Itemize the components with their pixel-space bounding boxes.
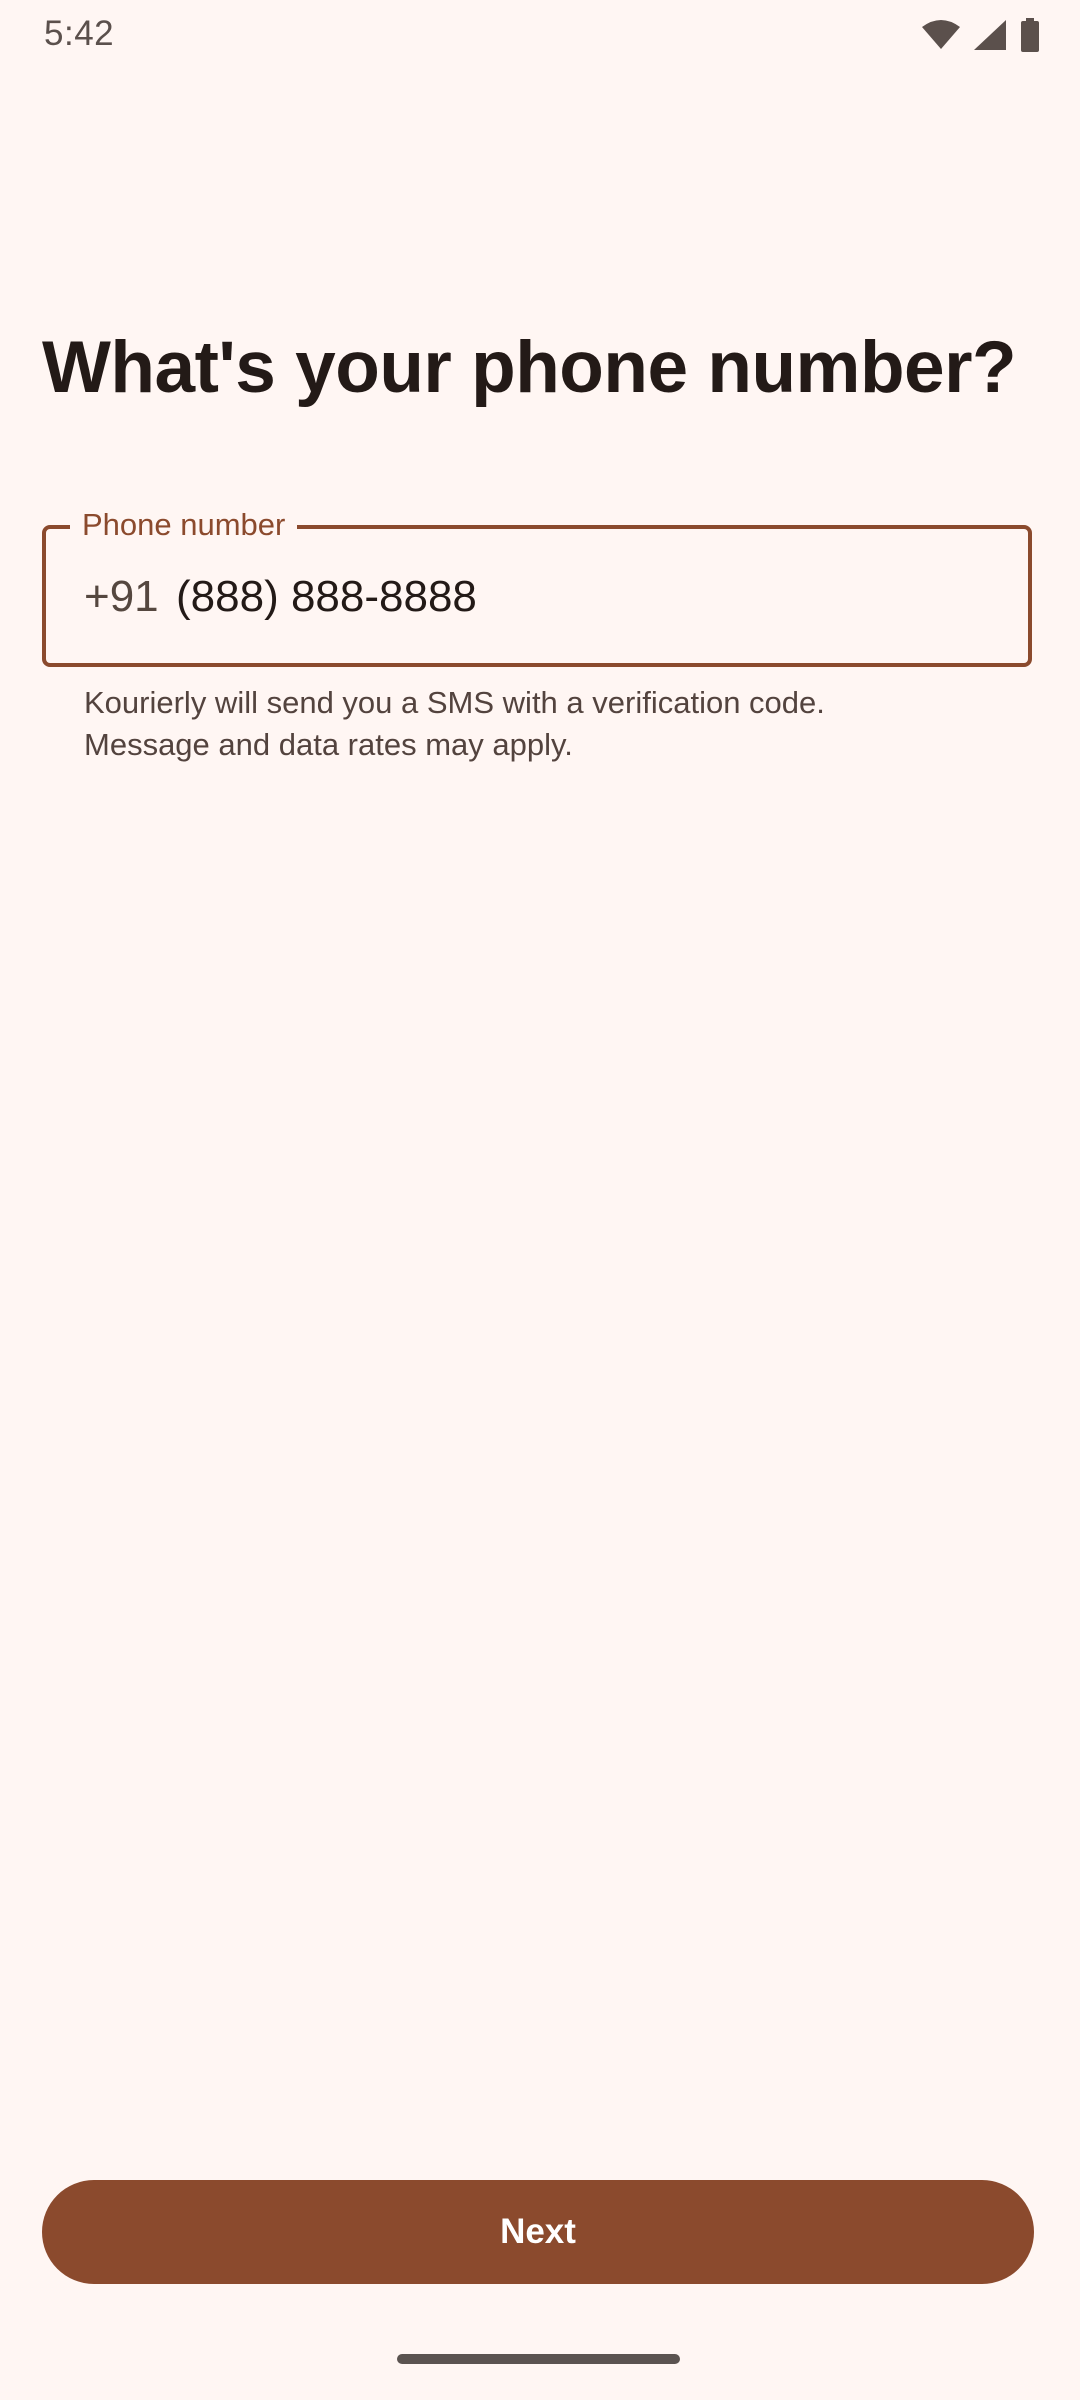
status-icons: [922, 18, 1040, 52]
country-code-prefix: +91: [84, 572, 159, 621]
home-indicator[interactable]: [397, 2354, 680, 2364]
wifi-icon: [922, 20, 960, 50]
phone-number-field-label: Phone number: [70, 505, 298, 545]
status-bar: 5:42: [0, 0, 1080, 72]
phone-number-input[interactable]: (888) 888-8888: [176, 571, 477, 623]
status-time: 5:42: [44, 14, 115, 53]
cellular-signal-icon: [974, 20, 1006, 50]
page-title: What's your phone number?: [42, 327, 1017, 408]
battery-icon: [1020, 18, 1040, 52]
helper-text-line-1: Kourierly will send you a SMS with a ver…: [84, 685, 825, 720]
helper-text-line-2: Message and data rates may apply.: [84, 727, 573, 762]
helper-text: Kourierly will send you a SMS with a ver…: [84, 682, 1044, 766]
next-button[interactable]: Next: [42, 2180, 1034, 2284]
phone-number-field[interactable]: Phone number +91 (888) 888-8888: [42, 505, 1032, 667]
